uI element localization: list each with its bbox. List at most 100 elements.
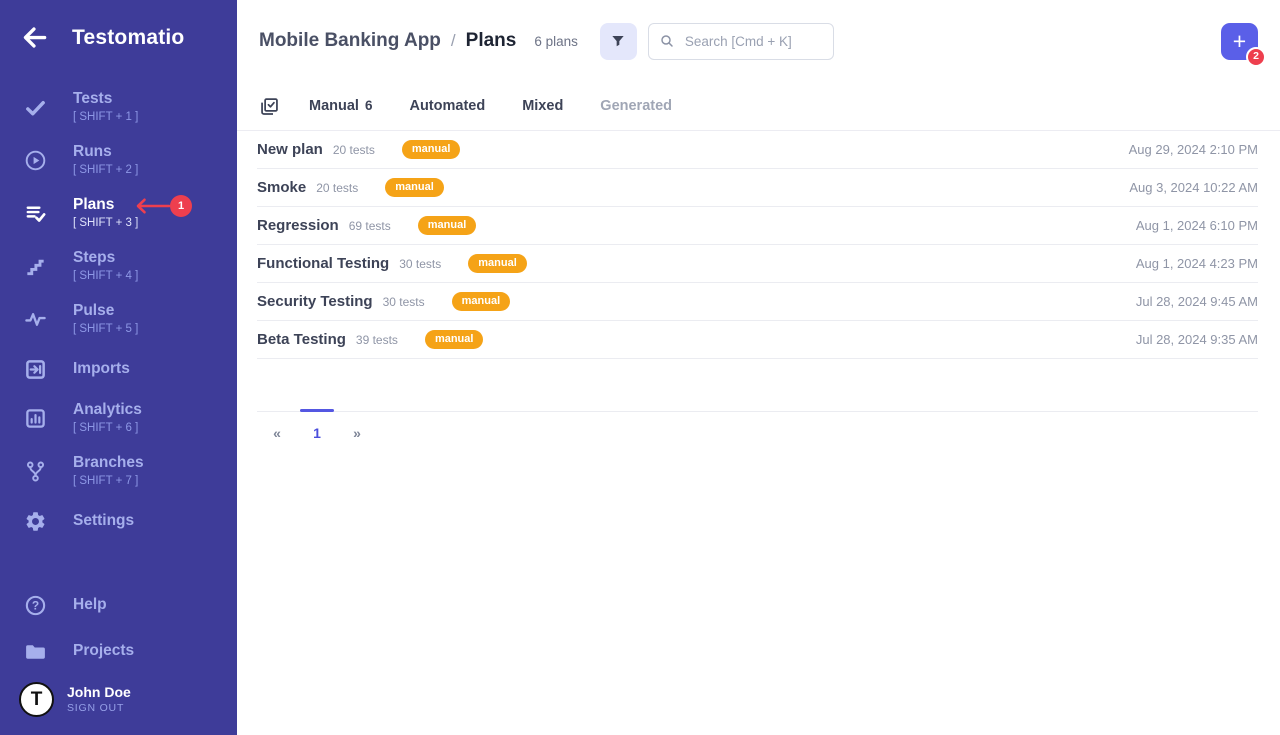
sidebar-brand: Testomatio <box>0 0 237 51</box>
sign-out-link[interactable]: SIGN OUT <box>67 701 131 716</box>
select-all-checkbox-icon[interactable] <box>259 96 280 117</box>
nav-label: Pulse <box>73 302 138 320</box>
sidebar-nav-item[interactable]: Tests [ SHIFT + 1 ] <box>0 81 237 134</box>
plan-type-badge: manual <box>452 292 511 312</box>
nav-shortcut: [ SHIFT + 5 ] <box>73 321 138 337</box>
sidebar-nav-item[interactable]: Pulse [ SHIFT + 5 ] <box>0 293 237 346</box>
page-header: Mobile Banking App / Plans 6 plans + 2 <box>237 0 1280 82</box>
nav-label: Help <box>73 596 107 614</box>
plan-date: Aug 1, 2024 6:10 PM <box>1136 218 1258 233</box>
plan-tests-count: 30 tests <box>399 257 441 271</box>
breadcrumb-project[interactable]: Mobile Banking App <box>259 30 441 52</box>
avatar[interactable]: T <box>19 682 54 717</box>
nav-shortcut: [ SHIFT + 3 ] <box>73 215 138 231</box>
tab[interactable]: Generated <box>600 98 672 114</box>
nav-icon <box>24 407 47 430</box>
plan-name: Functional Testing <box>257 255 389 272</box>
plan-date: Jul 28, 2024 9:45 AM <box>1136 294 1258 309</box>
nav-label: Plans <box>73 196 138 214</box>
sidebar-nav-item[interactable]: Settings <box>0 498 237 544</box>
plan-name: Beta Testing <box>257 331 346 348</box>
nav-icon <box>24 594 47 617</box>
user-name: John Doe <box>67 684 131 701</box>
search-input[interactable] <box>648 23 834 60</box>
nav-shortcut: [ SHIFT + 1 ] <box>73 109 138 125</box>
back-arrow-icon[interactable] <box>21 24 48 51</box>
pagination-prev[interactable]: « <box>257 425 297 441</box>
tab-label: Generated <box>600 98 672 114</box>
nav-icon <box>24 460 47 483</box>
user-block: T John Doe SIGN OUT <box>0 682 237 735</box>
nav-shortcut: [ SHIFT + 7 ] <box>73 473 144 489</box>
tab-count: 6 <box>365 98 373 113</box>
plan-name: Regression <box>257 217 339 234</box>
plan-date: Jul 28, 2024 9:35 AM <box>1136 332 1258 347</box>
sidebar-nav: Tests [ SHIFT + 1 ] Runs [ SHIFT + 2 ] <box>0 81 237 544</box>
plan-row[interactable]: Functional Testing 30 tests manual Aug 1… <box>257 245 1258 283</box>
plan-row[interactable]: New plan 20 tests manual Aug 29, 2024 2:… <box>257 131 1258 169</box>
nav-label: Projects <box>73 642 134 660</box>
plan-type-badge: manual <box>425 330 484 350</box>
plan-type-badge: manual <box>402 140 461 160</box>
plan-date: Aug 3, 2024 10:22 AM <box>1129 180 1258 195</box>
nav-icon <box>24 255 47 278</box>
nav-label: Settings <box>73 512 134 530</box>
sidebar-nav-item[interactable]: Projects <box>0 628 237 674</box>
search-wrap <box>648 23 834 60</box>
pagination-next[interactable]: » <box>337 425 377 441</box>
nav-icon <box>24 308 47 331</box>
plan-date: Aug 1, 2024 4:23 PM <box>1136 256 1258 271</box>
app-root: Testomatio Tests [ SHIFT + 1 ] Runs [ SH <box>0 0 1280 735</box>
pagination-page-1[interactable]: 1 <box>297 425 337 441</box>
sidebar-nav-item[interactable]: Analytics [ SHIFT + 6 ] <box>0 392 237 445</box>
nav-icon <box>24 640 47 663</box>
tab[interactable]: Manual 6 <box>309 98 372 114</box>
funnel-icon <box>610 33 626 49</box>
plan-tests-count: 30 tests <box>383 295 425 309</box>
nav-label: Imports <box>73 360 130 378</box>
search-icon <box>659 33 675 49</box>
plan-type-badge: manual <box>385 178 444 198</box>
tab-label: Manual <box>309 98 359 114</box>
step-badge: 2 <box>1246 47 1266 67</box>
add-plan-button[interactable]: + 2 <box>1221 23 1258 60</box>
nav-icon <box>24 96 47 119</box>
nav-icon <box>24 510 47 533</box>
nav-shortcut: [ SHIFT + 2 ] <box>73 162 138 178</box>
pagination: « 1 » <box>257 411 1258 441</box>
nav-shortcut: [ SHIFT + 4 ] <box>73 268 138 284</box>
tab-bar: Manual 6 Automated Mixed Generate <box>237 82 1280 131</box>
sidebar-nav-item[interactable]: Plans [ SHIFT + 3 ] <box>0 187 237 240</box>
page-title: Plans <box>466 30 517 52</box>
plan-row[interactable]: Regression 69 tests manual Aug 1, 2024 6… <box>257 207 1258 245</box>
plan-name: New plan <box>257 141 323 158</box>
nav-icon <box>24 358 47 381</box>
tabs: Manual 6 Automated Mixed Generate <box>309 98 672 114</box>
sidebar-secondary-nav: Help Projects <box>0 582 237 674</box>
plans-list: New plan 20 tests manual Aug 29, 2024 2:… <box>257 131 1258 359</box>
plan-row[interactable]: Beta Testing 39 tests manual Jul 28, 202… <box>257 321 1258 359</box>
tab[interactable]: Mixed <box>522 98 563 114</box>
nav-icon <box>24 149 47 172</box>
sidebar: Testomatio Tests [ SHIFT + 1 ] Runs [ SH <box>0 0 237 735</box>
tab[interactable]: Automated <box>409 98 485 114</box>
breadcrumb-separator: / <box>451 31 456 51</box>
sidebar-nav-item[interactable]: Runs [ SHIFT + 2 ] <box>0 134 237 187</box>
plan-tests-count: 39 tests <box>356 333 398 347</box>
plan-type-badge: manual <box>468 254 527 274</box>
app-logo[interactable]: Testomatio <box>72 26 184 50</box>
plan-date: Aug 29, 2024 2:10 PM <box>1129 142 1258 157</box>
sidebar-nav-item[interactable]: Steps [ SHIFT + 4 ] <box>0 240 237 293</box>
nav-label: Analytics <box>73 401 142 419</box>
plan-tests-count: 20 tests <box>333 143 375 157</box>
plan-row[interactable]: Security Testing 30 tests manual Jul 28,… <box>257 283 1258 321</box>
plan-name: Smoke <box>257 179 306 196</box>
plan-name: Security Testing <box>257 293 373 310</box>
tab-label: Automated <box>409 98 485 114</box>
plan-row[interactable]: Smoke 20 tests manual Aug 3, 2024 10:22 … <box>257 169 1258 207</box>
sidebar-nav-item[interactable]: Branches [ SHIFT + 7 ] <box>0 445 237 498</box>
sidebar-nav-item[interactable]: Imports <box>0 346 237 392</box>
filter-button[interactable] <box>600 23 637 60</box>
sidebar-nav-item[interactable]: Help <box>0 582 237 628</box>
nav-icon <box>24 202 47 225</box>
